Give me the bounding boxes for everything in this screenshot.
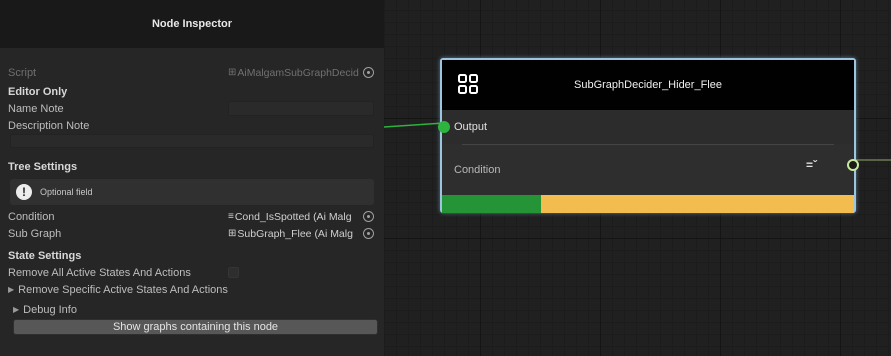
node-condition-row: Condition =ˇ	[442, 145, 859, 195]
foldout-arrow-icon[interactable]: ▶	[13, 305, 19, 314]
tree-settings-heading: Tree Settings	[8, 160, 78, 173]
sub-graph-field[interactable]: ⊞ SubGraph_Flee (Ai Malg	[228, 226, 374, 241]
remove-specific-row[interactable]: ▶ Remove Specific Active States And Acti…	[8, 281, 378, 298]
node-header[interactable]: SubGraphDecider_Hider_Flee	[442, 60, 854, 110]
progress-fill	[442, 195, 541, 213]
script-field: ⊞ AiMalgamSubGraphDecid	[228, 65, 374, 80]
outgoing-edge	[854, 159, 891, 161]
name-note-field[interactable]	[228, 101, 374, 116]
node-inspector-panel: Node Inspector Script ⊞ AiMalgamSubGraph…	[0, 0, 384, 356]
description-note-label: Description Note	[8, 119, 90, 132]
name-note-label: Name Note	[8, 102, 64, 115]
script-label: Script	[8, 66, 37, 79]
condition-row: Condition ≡ Cond_IsSpotted (Ai Malg	[8, 208, 378, 225]
node-output-row: Output	[438, 110, 854, 144]
description-note-row: Description Note	[8, 117, 378, 134]
node-progress-bar	[442, 195, 854, 213]
script-value: AiMalgamSubGraphDecid	[237, 66, 359, 79]
foldout-arrow-icon[interactable]: ▶	[8, 285, 14, 294]
name-note-row: Name Note	[8, 100, 378, 117]
show-graphs-button[interactable]: Show graphs containing this node	[13, 319, 378, 335]
inspector-header: Node Inspector	[0, 0, 384, 48]
remove-all-label: Remove All Active States And Actions	[8, 266, 191, 279]
object-picker-icon[interactable]	[363, 228, 374, 239]
help-text: Optional field	[40, 187, 93, 197]
grid-icon: ⊞	[228, 67, 237, 78]
editor-only-heading-row: Editor Only	[8, 83, 378, 100]
condition-label: Condition	[8, 210, 55, 223]
object-picker-icon	[363, 67, 374, 78]
state-settings-heading: State Settings	[8, 249, 82, 262]
description-note-field[interactable]	[10, 134, 374, 148]
sub-graph-value: SubGraph_Flee (Ai Malg	[237, 227, 353, 240]
sub-graph-label: Sub Graph	[8, 227, 62, 240]
debug-info-label[interactable]: Debug Info	[23, 304, 77, 316]
condition-port[interactable]	[847, 159, 859, 171]
state-settings-heading-row: State Settings	[8, 247, 378, 264]
output-port[interactable]	[438, 121, 450, 133]
tree-settings-heading-row: Tree Settings	[8, 158, 378, 175]
inspector-body: Script ⊞ AiMalgamSubGraphDecid Editor On…	[8, 62, 378, 298]
incoming-edge	[384, 122, 444, 128]
inspector-title: Node Inspector	[151, 18, 233, 30]
condition-field[interactable]: ≡ Cond_IsSpotted (Ai Malg	[228, 209, 374, 224]
condition-value: Cond_IsSpotted (Ai Malg	[234, 210, 352, 223]
remove-all-checkbox[interactable]	[228, 267, 239, 278]
debug-info-foldout[interactable]: ▶ Debug Info	[13, 301, 77, 318]
grid-icon: ⊞	[228, 228, 237, 239]
help-box: ! Optional field	[10, 179, 374, 205]
sub-graph-row: Sub Graph ⊞ SubGraph_Flee (Ai Malg	[8, 225, 378, 242]
object-picker-icon[interactable]	[363, 211, 374, 222]
node-condition-label: Condition	[454, 164, 501, 176]
info-icon: !	[16, 184, 32, 200]
subgraph-decider-node[interactable]: SubGraphDecider_Hider_Flee Output Condit…	[438, 58, 859, 213]
output-label: Output	[454, 121, 488, 133]
remove-all-row: Remove All Active States And Actions	[8, 264, 378, 281]
editor-only-heading: Editor Only	[8, 85, 68, 98]
node-title: SubGraphDecider_Hider_Flee	[574, 79, 722, 91]
remove-specific-label[interactable]: Remove Specific Active States And Action…	[18, 284, 228, 296]
condition-icon: ≡	[228, 211, 234, 222]
script-row: Script ⊞ AiMalgamSubGraphDecid	[8, 64, 378, 81]
condition-icon: =ˇ	[806, 158, 818, 172]
